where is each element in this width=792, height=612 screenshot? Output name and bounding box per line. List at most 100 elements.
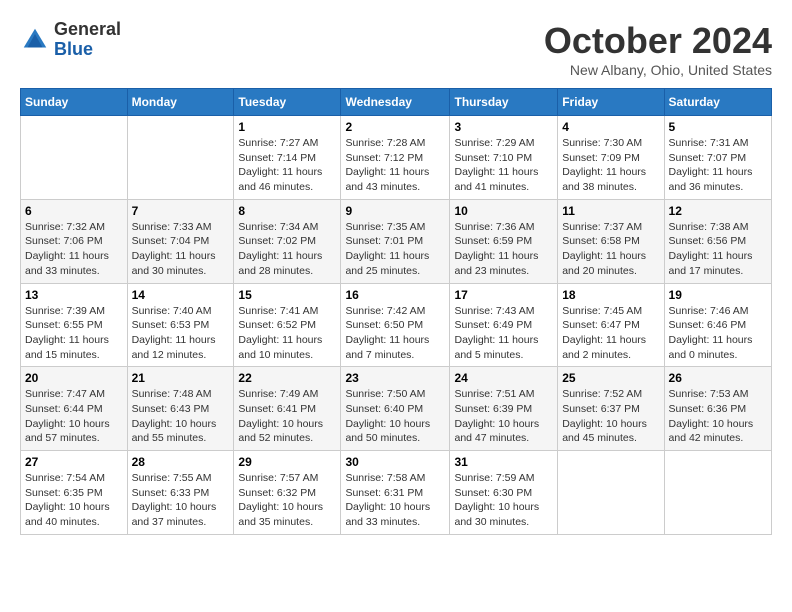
- day-number: 26: [669, 371, 767, 385]
- page-header: General Blue October 2024 New Albany, Oh…: [20, 20, 772, 78]
- calendar-cell: 18Sunrise: 7:45 AMSunset: 6:47 PMDayligh…: [558, 283, 664, 367]
- logo-general: General: [54, 20, 121, 40]
- day-info: Sunrise: 7:45 AMSunset: 6:47 PMDaylight:…: [562, 304, 659, 363]
- day-number: 9: [345, 204, 445, 218]
- day-info: Sunrise: 7:36 AMSunset: 6:59 PMDaylight:…: [454, 220, 553, 279]
- calendar-cell: 27Sunrise: 7:54 AMSunset: 6:35 PMDayligh…: [21, 451, 128, 535]
- day-info: Sunrise: 7:38 AMSunset: 6:56 PMDaylight:…: [669, 220, 767, 279]
- header-thursday: Thursday: [450, 89, 558, 116]
- calendar-cell: 3Sunrise: 7:29 AMSunset: 7:10 PMDaylight…: [450, 116, 558, 200]
- day-number: 25: [562, 371, 659, 385]
- calendar-cell: 7 Sunrise: 7:33 AMSunset: 7:04 PMDaylight…: [127, 199, 234, 283]
- calendar-cell: 17Sunrise: 7:43 AMSunset: 6:49 PMDayligh…: [450, 283, 558, 367]
- header-monday: Monday: [127, 89, 234, 116]
- day-number: 8: [238, 204, 336, 218]
- calendar-week-1: 6 Sunrise: 7:32 AMSunset: 7:06 PMDaylight…: [21, 199, 772, 283]
- day-number: 13: [25, 288, 123, 302]
- calendar-week-4: 27Sunrise: 7:54 AMSunset: 6:35 PMDayligh…: [21, 451, 772, 535]
- day-number: 20: [25, 371, 123, 385]
- day-info: Sunrise: 7:27 AMSunset: 7:14 PMDaylight:…: [238, 136, 336, 195]
- calendar-cell: 6 Sunrise: 7:32 AMSunset: 7:06 PMDaylight…: [21, 199, 128, 283]
- header-saturday: Saturday: [664, 89, 771, 116]
- calendar-cell: [664, 451, 771, 535]
- day-info: Sunrise: 7:37 AMSunset: 6:58 PMDaylight:…: [562, 220, 659, 279]
- day-number: 21: [132, 371, 230, 385]
- calendar-cell: 26 Sunrise: 7:53 AMSunset: 6:36 PMDayligh…: [664, 367, 771, 451]
- day-number: 19: [669, 288, 767, 302]
- logo-icon: [20, 25, 50, 55]
- day-info: Sunrise: 7:52 AMSunset: 6:37 PMDaylight:…: [562, 387, 659, 446]
- day-info: Sunrise: 7:51 AMSunset: 6:39 PMDaylight:…: [454, 387, 553, 446]
- calendar-header: SundayMondayTuesdayWednesdayThursdayFrid…: [21, 89, 772, 116]
- day-number: 12: [669, 204, 767, 218]
- day-number: 28: [132, 455, 230, 469]
- month-title: October 2024: [544, 20, 772, 62]
- day-number: 6: [25, 204, 123, 218]
- calendar-cell: 22 Sunrise: 7:49 AMSunset: 6:41 PMDayligh…: [234, 367, 341, 451]
- day-info: Sunrise: 7:35 AMSunset: 7:01 PMDaylight:…: [345, 220, 445, 279]
- day-info: Sunrise: 7:42 AMSunset: 6:50 PMDaylight:…: [345, 304, 445, 363]
- day-number: 4: [562, 120, 659, 134]
- calendar-table: SundayMondayTuesdayWednesdayThursdayFrid…: [20, 88, 772, 535]
- calendar-cell: 31 Sunrise: 7:59 AMSunset: 6:30 PMDayligh…: [450, 451, 558, 535]
- day-info: Sunrise: 7:40 AMSunset: 6:53 PMDaylight:…: [132, 304, 230, 363]
- calendar-cell: 9 Sunrise: 7:35 AMSunset: 7:01 PMDaylight…: [341, 199, 450, 283]
- calendar-week-3: 20Sunrise: 7:47 AMSunset: 6:44 PMDayligh…: [21, 367, 772, 451]
- title-area: October 2024 New Albany, Ohio, United St…: [544, 20, 772, 78]
- day-number: 2: [345, 120, 445, 134]
- calendar-body: 1 Sunrise: 7:27 AMSunset: 7:14 PMDaylight…: [21, 116, 772, 535]
- day-info: Sunrise: 7:46 AMSunset: 6:46 PMDaylight:…: [669, 304, 767, 363]
- calendar-cell: 23 Sunrise: 7:50 AMSunset: 6:40 PMDayligh…: [341, 367, 450, 451]
- day-info: Sunrise: 7:30 AMSunset: 7:09 PMDaylight:…: [562, 136, 659, 195]
- calendar-cell: 8 Sunrise: 7:34 AMSunset: 7:02 PMDaylight…: [234, 199, 341, 283]
- day-number: 22: [238, 371, 336, 385]
- calendar-cell: 5 Sunrise: 7:31 AMSunset: 7:07 PMDaylight…: [664, 116, 771, 200]
- logo: General Blue: [20, 20, 121, 60]
- day-number: 29: [238, 455, 336, 469]
- day-info: Sunrise: 7:29 AMSunset: 7:10 PMDaylight:…: [454, 136, 553, 195]
- day-number: 16: [345, 288, 445, 302]
- header-sunday: Sunday: [21, 89, 128, 116]
- calendar-cell: 12 Sunrise: 7:38 AMSunset: 6:56 PMDayligh…: [664, 199, 771, 283]
- day-info: Sunrise: 7:28 AMSunset: 7:12 PMDaylight:…: [345, 136, 445, 195]
- calendar-cell: 4 Sunrise: 7:30 AMSunset: 7:09 PMDaylight…: [558, 116, 664, 200]
- day-info: Sunrise: 7:32 AMSunset: 7:06 PMDaylight:…: [25, 220, 123, 279]
- calendar-cell: 25 Sunrise: 7:52 AMSunset: 6:37 PMDayligh…: [558, 367, 664, 451]
- day-info: Sunrise: 7:53 AMSunset: 6:36 PMDaylight:…: [669, 387, 767, 446]
- header-friday: Friday: [558, 89, 664, 116]
- calendar-cell: 19 Sunrise: 7:46 AMSunset: 6:46 PMDayligh…: [664, 283, 771, 367]
- day-info: Sunrise: 7:59 AMSunset: 6:30 PMDaylight:…: [454, 471, 553, 530]
- day-number: 5: [669, 120, 767, 134]
- calendar-cell: 10 Sunrise: 7:36 AMSunset: 6:59 PMDayligh…: [450, 199, 558, 283]
- day-number: 7: [132, 204, 230, 218]
- day-info: Sunrise: 7:49 AMSunset: 6:41 PMDaylight:…: [238, 387, 336, 446]
- calendar-cell: 30Sunrise: 7:58 AMSunset: 6:31 PMDayligh…: [341, 451, 450, 535]
- calendar-cell: 20Sunrise: 7:47 AMSunset: 6:44 PMDayligh…: [21, 367, 128, 451]
- day-info: Sunrise: 7:48 AMSunset: 6:43 PMDaylight:…: [132, 387, 230, 446]
- day-number: 10: [454, 204, 553, 218]
- day-info: Sunrise: 7:41 AMSunset: 6:52 PMDaylight:…: [238, 304, 336, 363]
- day-number: 15: [238, 288, 336, 302]
- calendar-cell: 24Sunrise: 7:51 AMSunset: 6:39 PMDayligh…: [450, 367, 558, 451]
- calendar-cell: 11Sunrise: 7:37 AMSunset: 6:58 PMDayligh…: [558, 199, 664, 283]
- day-number: 14: [132, 288, 230, 302]
- day-number: 31: [454, 455, 553, 469]
- day-number: 27: [25, 455, 123, 469]
- day-number: 23: [345, 371, 445, 385]
- calendar-cell: 14 Sunrise: 7:40 AMSunset: 6:53 PMDayligh…: [127, 283, 234, 367]
- day-info: Sunrise: 7:43 AMSunset: 6:49 PMDaylight:…: [454, 304, 553, 363]
- header-wednesday: Wednesday: [341, 89, 450, 116]
- day-number: 1: [238, 120, 336, 134]
- header-tuesday: Tuesday: [234, 89, 341, 116]
- day-info: Sunrise: 7:57 AMSunset: 6:32 PMDaylight:…: [238, 471, 336, 530]
- calendar-cell: 28Sunrise: 7:55 AMSunset: 6:33 PMDayligh…: [127, 451, 234, 535]
- calendar-cell: 2 Sunrise: 7:28 AMSunset: 7:12 PMDaylight…: [341, 116, 450, 200]
- day-info: Sunrise: 7:50 AMSunset: 6:40 PMDaylight:…: [345, 387, 445, 446]
- calendar-cell: 13Sunrise: 7:39 AMSunset: 6:55 PMDayligh…: [21, 283, 128, 367]
- day-info: Sunrise: 7:33 AMSunset: 7:04 PMDaylight:…: [132, 220, 230, 279]
- logo-blue: Blue: [54, 40, 121, 60]
- calendar-cell: 1 Sunrise: 7:27 AMSunset: 7:14 PMDaylight…: [234, 116, 341, 200]
- calendar-cell: 21 Sunrise: 7:48 AMSunset: 6:43 PMDayligh…: [127, 367, 234, 451]
- day-info: Sunrise: 7:31 AMSunset: 7:07 PMDaylight:…: [669, 136, 767, 195]
- day-info: Sunrise: 7:34 AMSunset: 7:02 PMDaylight:…: [238, 220, 336, 279]
